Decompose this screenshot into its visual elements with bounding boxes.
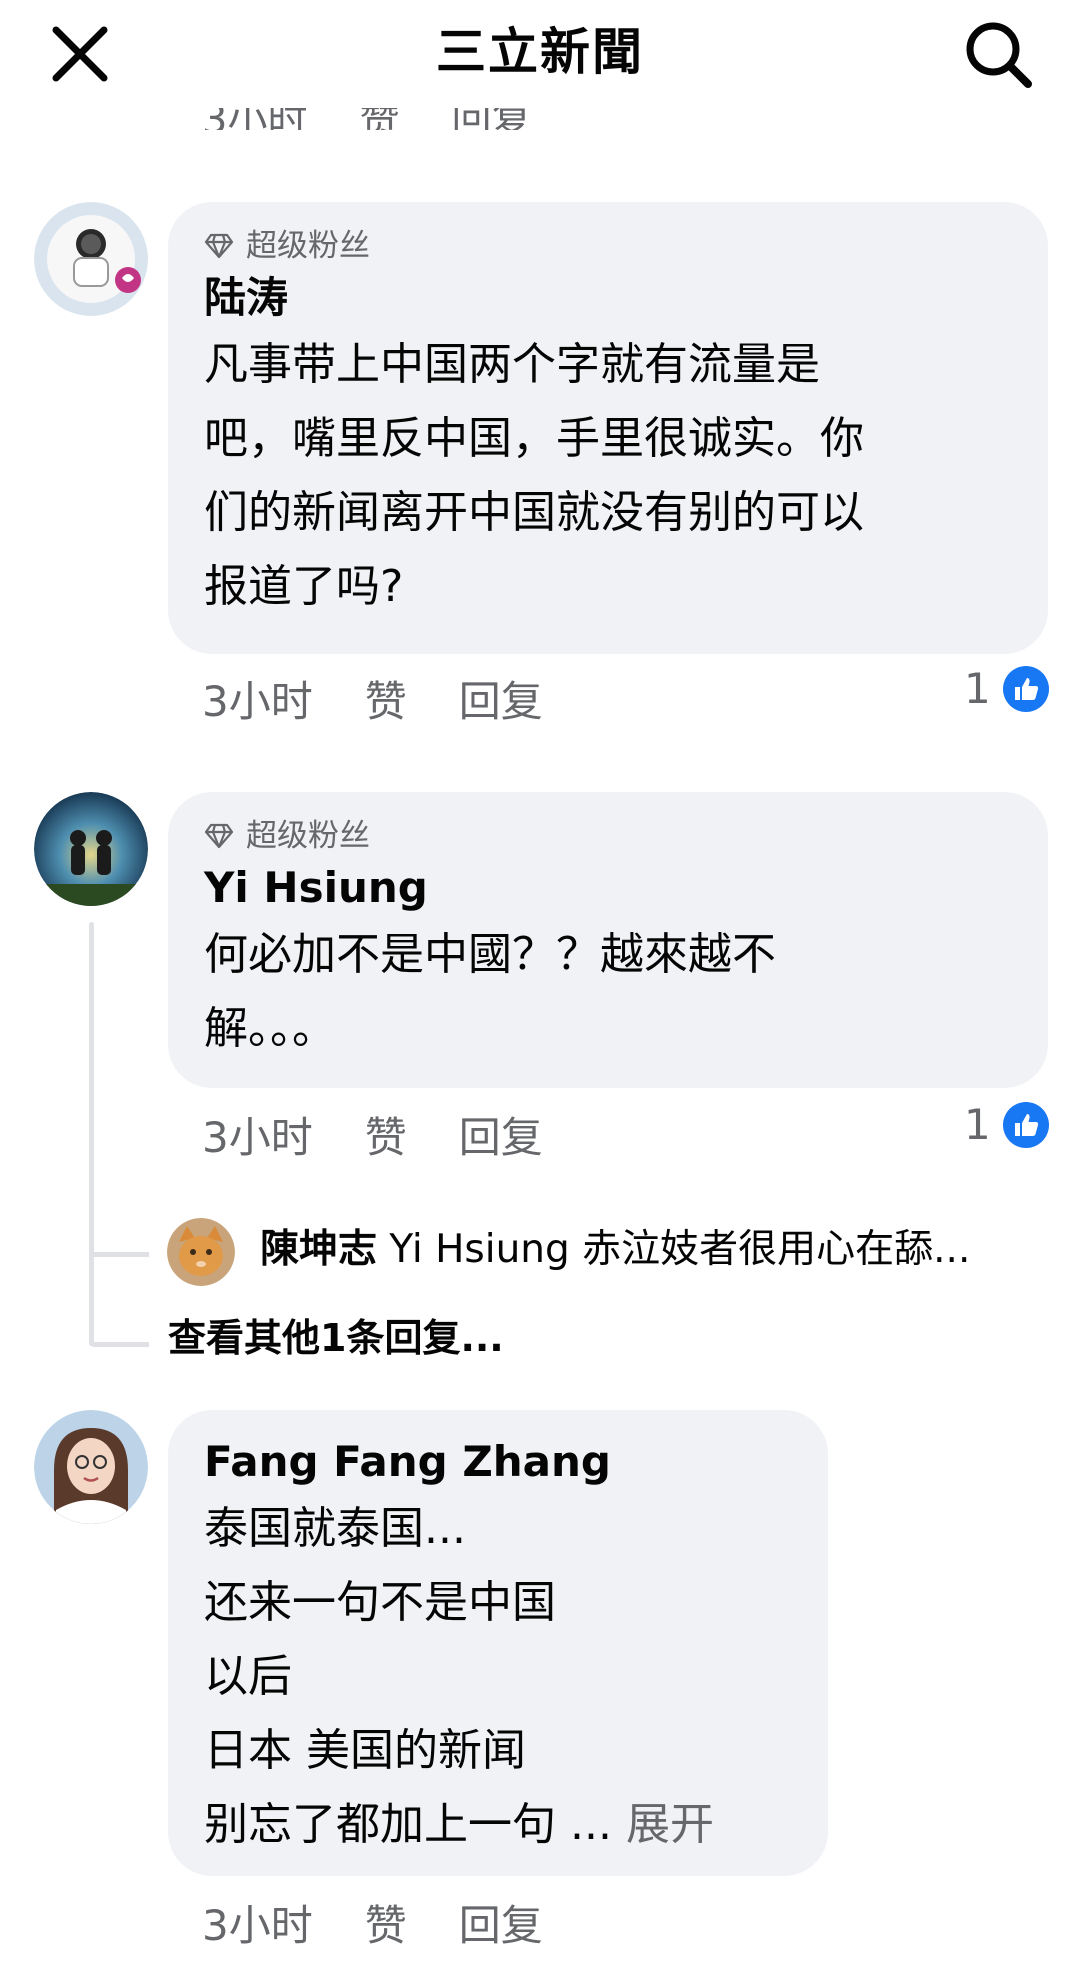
badge-label: 超级粉丝 [246, 818, 370, 854]
reply-button[interactable]: 回复 [459, 672, 543, 732]
top-bar: 三立新聞 [0, 0, 1080, 108]
comment-line: 别忘了都加上一句 ... [204, 1799, 612, 1850]
comment-author[interactable]: 陆涛 [204, 268, 1012, 328]
comment-actions: 3小时 赞回复 [202, 672, 595, 732]
avatar-yi-hsiung[interactable] [34, 792, 148, 906]
diamond-icon [204, 823, 234, 849]
like-button[interactable]: 赞 [365, 1108, 407, 1168]
diamond-icon [204, 233, 234, 259]
reply-button[interactable]: 回复 [459, 1108, 543, 1168]
comment-text: 何必加不是中國？？越來越不 解。。。 [204, 918, 1012, 1066]
comment-actions: 3小时 赞回复 [202, 1108, 595, 1168]
thumbs-up-icon [1002, 1101, 1049, 1148]
expand-link[interactable]: 展开 [626, 1799, 714, 1850]
thumbs-up-icon [1002, 665, 1049, 712]
comment-line: 还来一句不是中国 [204, 1577, 556, 1628]
avatar-fang-fang-zhang[interactable] [34, 1410, 148, 1524]
comment-line: 解。。。 [204, 1003, 336, 1054]
avatar-lu-tao[interactable] [34, 202, 148, 316]
comment-line: 以后 [204, 1651, 292, 1702]
like-count-number: 1 [964, 664, 991, 713]
comment-line: 凡事带上中国两个字就有流量是 [204, 339, 820, 390]
comment-text: 泰国就泰国... 还来一句不是中国 以后 日本 美国的新闻 别忘了都加上一句 .… [204, 1492, 792, 1862]
search-icon[interactable] [962, 18, 1034, 90]
like-count[interactable]: 1 [964, 664, 1049, 713]
comment-line: 吧，嘴里反中国，手里很诚实。你 [204, 413, 864, 464]
comment-time: 3小时 [202, 1901, 313, 1950]
comment-author[interactable]: Fang Fang Zhang [204, 1432, 792, 1492]
like-count[interactable]: 1 [964, 1100, 1049, 1149]
like-count-number: 1 [964, 1100, 991, 1149]
comment-bubble-3[interactable]: Fang Fang Zhang 泰国就泰国... 还来一句不是中国 以后 日本 … [168, 1410, 828, 1876]
reply-preview[interactable]: 陳坤志 Yi Hsiung 赤泣妓者很用心在舔... [260, 1222, 1040, 1278]
comment-line-last: 别忘了都加上一句 ... 展开 [204, 1788, 792, 1862]
page-title: 三立新聞 [436, 23, 644, 81]
comment-actions: 3小时 赞回复 [202, 1896, 595, 1956]
comment-bubble-1[interactable]: 超级粉丝 陆涛 凡事带上中国两个字就有流量是 吧，嘴里反中国，手里很诚实。你 们… [168, 202, 1048, 654]
avatar-chen-kun-zhi[interactable] [167, 1218, 235, 1286]
super-fan-badge: 超级粉丝 [204, 224, 1012, 268]
badge-label: 超级粉丝 [246, 228, 370, 264]
thread-branch [89, 1342, 149, 1347]
comment-author[interactable]: Yi Hsiung [204, 858, 1012, 918]
comment-text: 凡事带上中国两个字就有流量是 吧，嘴里反中国，手里很诚实。你 们的新闻离开中国就… [204, 328, 1012, 624]
like-button[interactable]: 赞 [365, 672, 407, 732]
comment-line: 们的新闻离开中国就没有别的可以 [204, 487, 864, 538]
super-fan-badge: 超级粉丝 [204, 814, 1012, 858]
comment-line: 日本 美国的新闻 [204, 1725, 526, 1776]
comment-bubble-2[interactable]: 超级粉丝 Yi Hsiung 何必加不是中國？？越來越不 解。。。 [168, 792, 1048, 1088]
thread-connector [89, 922, 94, 1346]
reply-button[interactable]: 回复 [459, 1896, 543, 1956]
like-button[interactable]: 赞 [365, 1896, 407, 1956]
view-more-replies-link[interactable]: 查看其他1条回复... [168, 1310, 504, 1366]
comment-time: 3小时 [202, 677, 313, 726]
thread-branch [89, 1252, 149, 1257]
comment-line: 何必加不是中國？？越來越不 [204, 929, 776, 980]
reply-text: Yi Hsiung 赤泣妓者很用心在舔... [389, 1227, 971, 1272]
comment-line: 报道了吗? [204, 561, 404, 612]
comment-time: 3小时 [202, 1113, 313, 1162]
reply-author[interactable]: 陳坤志 [260, 1227, 377, 1272]
comment-line: 泰国就泰国... [204, 1503, 466, 1554]
